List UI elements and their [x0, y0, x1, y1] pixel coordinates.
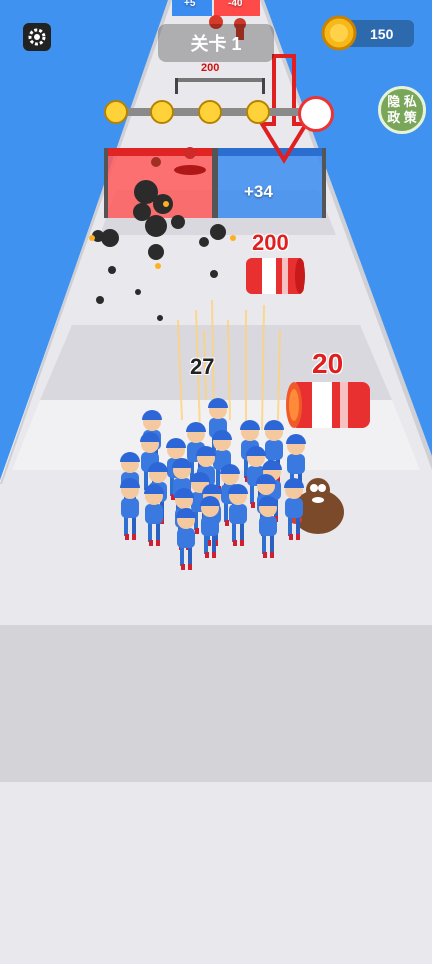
barrel-far — [246, 258, 305, 294]
privacy-policy-button[interactable]: 隐 私 政 策 — [378, 86, 426, 134]
barrel-near-value: 20 — [312, 348, 344, 379]
progress-coin-icon — [104, 100, 128, 124]
level-label: 关卡 1 — [158, 24, 274, 62]
top-gate-right-label: -40 — [228, 0, 243, 9]
progress-coin-icon — [150, 100, 174, 124]
gate-right-label: +34 — [244, 182, 273, 201]
far-obstacle-value: 200 — [201, 62, 220, 74]
coin-count: 150 — [370, 26, 394, 42]
army-count: 27 — [190, 354, 215, 379]
progress-coin-icon — [246, 100, 270, 124]
boss-icon — [298, 96, 334, 132]
settings-button[interactable] — [23, 23, 51, 51]
gear-icon — [28, 28, 46, 46]
progress-coin-icon — [198, 100, 222, 124]
privacy-line2: 政 策 — [387, 110, 417, 125]
top-gate-left-label: +5 — [184, 0, 196, 9]
coin-icon — [321, 15, 357, 51]
barrel-near — [286, 382, 370, 428]
barrel-far-value: 200 — [252, 230, 289, 255]
game-scene — [0, 0, 432, 964]
privacy-line1: 隐 私 — [387, 94, 417, 109]
